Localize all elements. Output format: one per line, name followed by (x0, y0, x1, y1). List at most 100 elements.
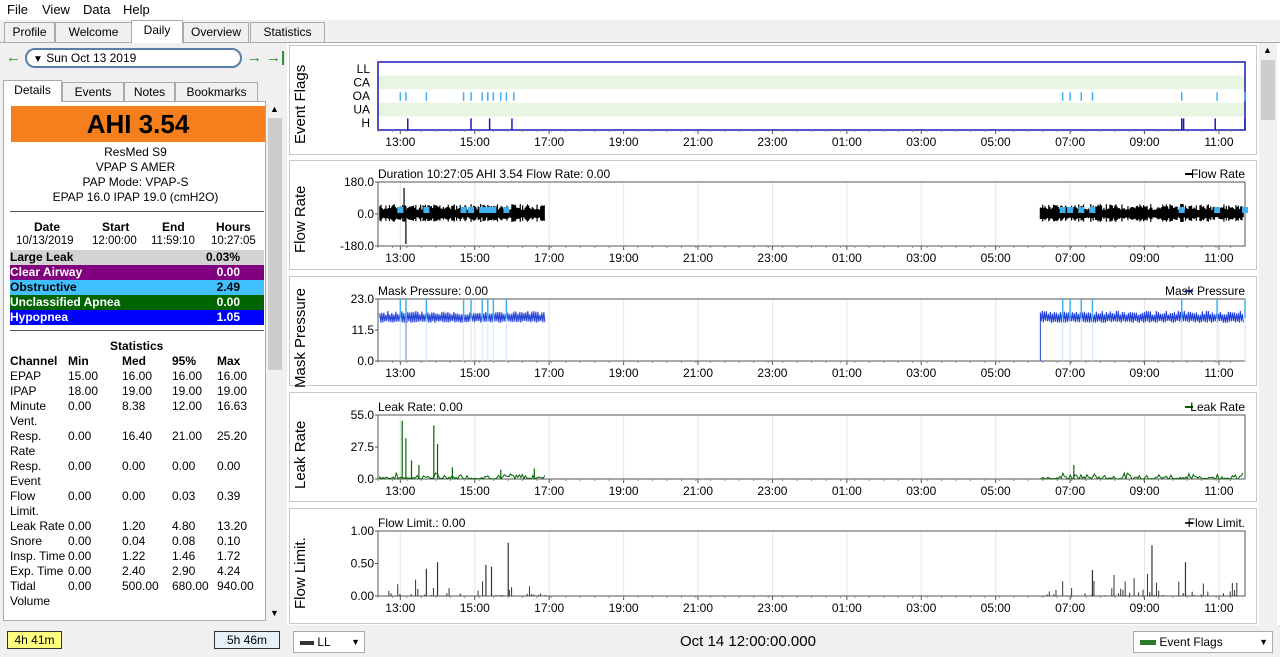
x-tick-label: 13:00 (385, 601, 415, 615)
stats-value: 2.40 (122, 564, 146, 578)
statistics-title: Statistics (110, 339, 164, 353)
stats-value: 0.00 (68, 399, 92, 413)
stats-value: 4.80 (172, 519, 196, 533)
machine-name: ResMed S9 (104, 145, 167, 159)
tab-events[interactable]: Events (62, 82, 124, 102)
tab-statistics[interactable]: Statistics (250, 22, 325, 42)
event-overlay (423, 207, 430, 213)
scroll-up-icon[interactable]: ▲ (1263, 45, 1272, 55)
event-overlay (479, 207, 486, 213)
event-row[interactable]: Unclassified Apnea 0.00 (10, 295, 264, 310)
event-value: 0.00 (216, 295, 240, 309)
graphs-scrollbar[interactable] (1259, 43, 1277, 625)
stats-value: 680.00 (172, 579, 209, 593)
x-tick-label: 15:00 (460, 601, 490, 615)
details-panel: AHI 3.54 ResMed S9 VPAP S AMER PAP Mode:… (3, 101, 266, 621)
tab-welcome[interactable]: Welcome (55, 22, 132, 42)
event-type-select[interactable]: LL ▼ (293, 631, 365, 653)
x-tick-label: 13:00 (385, 484, 415, 498)
menu-help[interactable]: Help (123, 2, 150, 17)
flag-label: CA (353, 75, 370, 89)
tab-details[interactable]: Details (3, 80, 62, 102)
graphs-scrollbar-thumb[interactable] (1261, 60, 1275, 120)
chevron-down-icon: ▼ (351, 637, 360, 647)
flow-rate-graph[interactable]: Flow Rate 180.0 0.0 -180.0 Duration 10:27:0… (289, 160, 1257, 270)
event-value: 0.03% (205, 250, 240, 264)
stats-value: 0.00 (68, 519, 92, 533)
event-overlay (490, 207, 497, 213)
plot-frame (377, 414, 1246, 480)
legend-label: Leak Rate (1190, 400, 1245, 414)
stats-value: 0.00 (217, 459, 241, 473)
graph-select[interactable]: Event Flags ▼ (1133, 631, 1273, 653)
last-day-icon[interactable]: →| (266, 49, 285, 66)
event-row[interactable]: Hypopnea 1.05 (10, 310, 264, 325)
time-right-indicator: 5h 46m (214, 631, 280, 649)
tab-daily[interactable]: Daily (131, 20, 183, 43)
x-tick-label: 17:00 (534, 601, 564, 615)
menu-data[interactable]: Data (83, 2, 110, 17)
x-tick-label: 05:00 (981, 251, 1011, 265)
y-tick-label: 0.00 (351, 589, 375, 603)
pressure-waveform (379, 310, 1244, 323)
x-tick-label: 09:00 (1130, 366, 1160, 380)
forward-arrow-icon[interactable]: → (247, 49, 262, 66)
stats-header-95: 95% (172, 354, 197, 368)
color-swatch-icon (300, 640, 314, 645)
flag-label: H (361, 116, 370, 130)
event-value: 2.49 (216, 280, 240, 294)
ahi-banner: AHI 3.54 (11, 106, 265, 142)
x-tick-label: 23:00 (757, 484, 787, 498)
tab-bookmarks[interactable]: Bookmarks (175, 82, 258, 102)
event-overlay (1178, 207, 1185, 213)
divider (10, 330, 264, 331)
machine-model: VPAP S AMER (95, 160, 176, 174)
event-overlay (503, 207, 510, 213)
stats-value: 12.00 (172, 399, 203, 413)
legend-label: Flow Limit. (1188, 516, 1245, 530)
back-arrow-icon[interactable]: ← (6, 49, 21, 66)
scroll-up-icon[interactable]: ▲ (270, 104, 279, 114)
flag-label: OA (353, 89, 370, 103)
details-scrollbar-thumb[interactable] (268, 118, 282, 370)
menu-file[interactable]: File (7, 2, 28, 17)
chevron-down-icon: ▼ (1259, 637, 1268, 647)
stats-value: 25.20 (217, 429, 248, 443)
event-row[interactable]: Obstructive 2.49 (10, 280, 264, 295)
stats-channel: Event (10, 474, 41, 488)
tab-notes[interactable]: Notes (124, 82, 175, 102)
date-picker[interactable]: ▼ Sun Oct 13 2019 (25, 48, 242, 68)
y-tick-label: 0.0 (357, 472, 374, 486)
stats-value: 19.00 (172, 384, 203, 398)
dropdown-triangle-icon: ▼ (33, 54, 43, 65)
x-tick-label: 01:00 (832, 601, 862, 615)
event-overlay (1067, 207, 1074, 213)
event-row[interactable]: Clear Airway 0.00 (10, 265, 264, 280)
mask-pressure-graph[interactable]: Mask Pressure 23.0 11.5 0.0 Mask Pressure: … (289, 276, 1257, 388)
scroll-down-icon[interactable]: ▼ (270, 608, 279, 618)
x-tick-label: 17:00 (534, 135, 564, 149)
cursor-time: Oct 14 12:00:00.000 (680, 633, 816, 650)
x-tick-label: 15:00 (460, 484, 490, 498)
x-tick-label: 05:00 (981, 601, 1011, 615)
x-tick-label: 19:00 (609, 484, 639, 498)
stats-value: 0.08 (172, 534, 196, 548)
stats-value: 0.00 (68, 534, 92, 548)
x-tick-label: 13:00 (385, 135, 415, 149)
event-name: Obstructive (10, 280, 77, 294)
y-tick-label: 27.5 (351, 440, 375, 454)
event-row[interactable]: Large Leak 0.03% (10, 250, 264, 265)
y-tick-label: 0.0 (357, 354, 374, 368)
legend-label: Mask Pressure (1165, 284, 1245, 298)
tab-profile[interactable]: Profile (4, 22, 55, 42)
x-tick-label: 01:00 (832, 484, 862, 498)
tab-overview[interactable]: Overview (183, 22, 249, 42)
x-tick-label: 05:00 (981, 135, 1011, 149)
stats-value: 15.00 (68, 369, 99, 383)
flow-limit-graph[interactable]: Flow Limit. 1.00 0.50 0.00 Flow Limit.: 0.0… (289, 508, 1257, 624)
leak-rate-graph[interactable]: Leak Rate 55.0 27.5 0.0 Leak Rate: 0.00 Leak… (289, 392, 1257, 502)
stats-channel: EPAP (10, 369, 42, 383)
event-flags-graph[interactable]: Event Flags LL CA OA UA H 13:00 15:00 17:00 19:0… (289, 45, 1257, 155)
legend-label: Flow Rate (1191, 167, 1245, 181)
menu-view[interactable]: View (42, 2, 70, 17)
